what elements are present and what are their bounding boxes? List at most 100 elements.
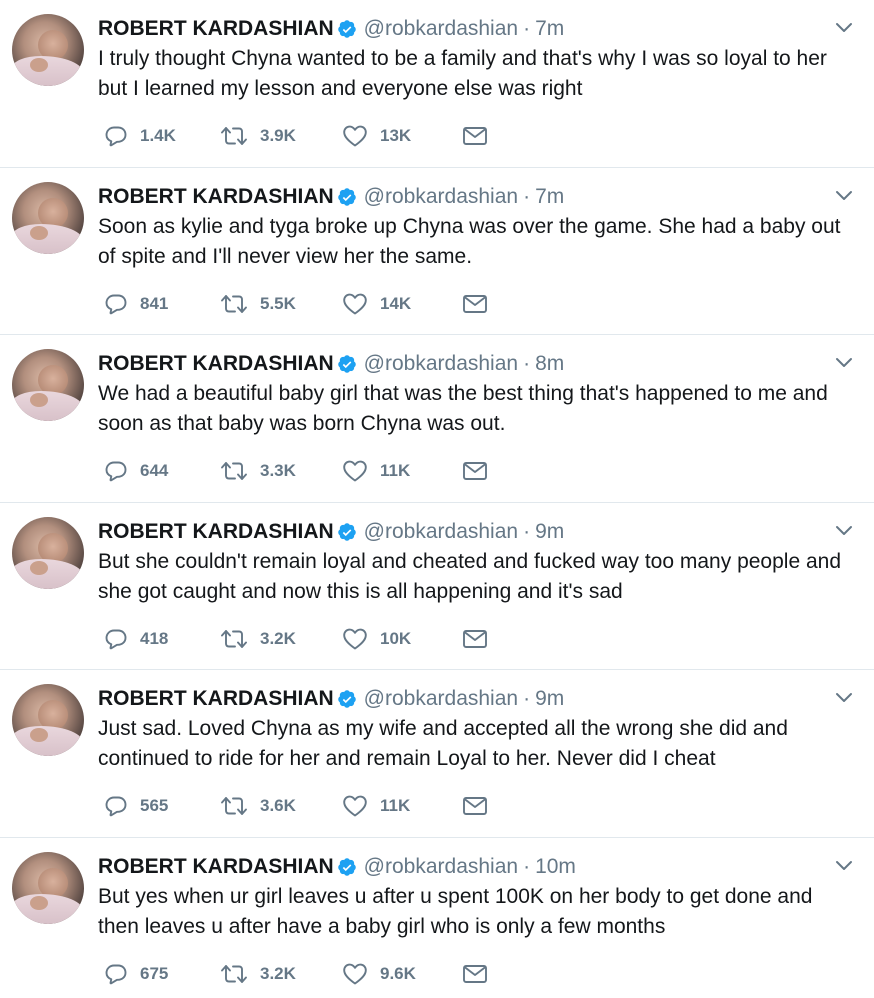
direct-message-button[interactable] bbox=[462, 290, 488, 318]
tweet-text: But yes when ur girl leaves u after u sp… bbox=[98, 884, 813, 938]
verified-badge-icon bbox=[337, 689, 357, 709]
retweet-button[interactable]: 3.9K bbox=[220, 122, 296, 150]
timestamp[interactable]: 9m bbox=[535, 520, 564, 544]
heart-icon bbox=[342, 459, 368, 483]
direct-message-button[interactable] bbox=[462, 122, 488, 150]
reply-count: 675 bbox=[140, 963, 169, 983]
avatar-blanket bbox=[12, 56, 84, 86]
avatar[interactable] bbox=[12, 14, 84, 86]
tweet[interactable]: ROBERT KARDASHIAN @robkardashian · 9m Ju… bbox=[0, 670, 874, 838]
separator-dot: · bbox=[523, 184, 531, 208]
timestamp[interactable]: 7m bbox=[535, 185, 564, 209]
author-handle[interactable]: @robkardashian bbox=[364, 687, 518, 711]
chevron-down-icon[interactable] bbox=[834, 18, 854, 38]
retweet-button[interactable]: 3.2K bbox=[220, 960, 296, 988]
author-handle[interactable]: @robkardashian bbox=[364, 352, 518, 376]
separator-dot: · bbox=[523, 17, 531, 40]
tweet-header: ROBERT KARDASHIAN @robkardashian · 9m bbox=[98, 517, 564, 547]
avatar[interactable] bbox=[12, 516, 84, 589]
like-count: 14K bbox=[380, 293, 412, 313]
retweet-icon bbox=[220, 459, 248, 483]
author-handle[interactable]: @robkardashian bbox=[364, 855, 518, 879]
author-handle[interactable]: @robkardashian bbox=[364, 520, 518, 544]
reply-count: 418 bbox=[140, 628, 169, 648]
retweet-button[interactable]: 3.6K bbox=[220, 792, 296, 820]
reply-button[interactable]: 841 bbox=[104, 290, 168, 318]
like-button[interactable]: 11K bbox=[342, 457, 410, 485]
author-name[interactable]: ROBERT KARDASHIAN bbox=[98, 520, 334, 544]
verified-badge-icon bbox=[337, 187, 357, 207]
avatar[interactable] bbox=[12, 349, 84, 421]
separator-dot: · bbox=[523, 519, 531, 543]
avatar-face bbox=[38, 867, 68, 898]
avatar-blanket bbox=[12, 223, 84, 254]
like-button[interactable]: 10K bbox=[342, 625, 411, 653]
retweet-icon bbox=[220, 292, 248, 316]
author-handle[interactable]: @robkardashian bbox=[364, 17, 518, 41]
timestamp[interactable]: 8m bbox=[535, 352, 564, 376]
retweet-count: 3.2K bbox=[260, 963, 296, 983]
avatar[interactable] bbox=[12, 684, 84, 756]
chevron-down-icon[interactable] bbox=[834, 186, 854, 206]
chevron-down-icon[interactable] bbox=[834, 688, 854, 708]
author-handle[interactable]: @robkardashian bbox=[364, 185, 518, 209]
author-name[interactable]: ROBERT KARDASHIAN bbox=[98, 687, 334, 711]
reply-icon bbox=[104, 459, 128, 483]
author-name[interactable]: ROBERT KARDASHIAN bbox=[98, 855, 334, 879]
chevron-down-icon[interactable] bbox=[834, 521, 854, 541]
timestamp[interactable]: 10m bbox=[535, 855, 576, 879]
author-name[interactable]: ROBERT KARDASHIAN bbox=[98, 352, 334, 376]
retweet-icon bbox=[220, 794, 248, 818]
avatar-hand bbox=[30, 225, 48, 240]
direct-message-button[interactable] bbox=[462, 625, 488, 653]
separator-dot: · bbox=[523, 352, 531, 375]
retweet-button[interactable]: 3.3K bbox=[220, 457, 296, 485]
envelope-icon bbox=[462, 962, 488, 986]
reply-icon bbox=[104, 962, 128, 986]
reply-count: 565 bbox=[140, 796, 169, 815]
author-name[interactable]: ROBERT KARDASHIAN bbox=[98, 185, 334, 209]
retweet-count: 3.3K bbox=[260, 461, 296, 480]
retweet-button[interactable]: 3.2K bbox=[220, 625, 296, 653]
avatar-hand bbox=[30, 393, 48, 407]
direct-message-button[interactable] bbox=[462, 457, 488, 485]
like-button[interactable]: 13K bbox=[342, 122, 411, 150]
reply-icon bbox=[104, 124, 128, 148]
like-button[interactable]: 14K bbox=[342, 290, 411, 318]
tweet[interactable]: ROBERT KARDASHIAN @robkardashian · 10m B… bbox=[0, 838, 874, 998]
tweet-text: We had a beautiful baby girl that was th… bbox=[98, 382, 828, 435]
tweet[interactable]: ROBERT KARDASHIAN @robkardashian · 7m I … bbox=[0, 0, 874, 168]
avatar-face bbox=[38, 197, 68, 228]
reply-button[interactable]: 1.4K bbox=[104, 122, 176, 150]
chevron-down-icon[interactable] bbox=[834, 856, 854, 876]
verified-badge-icon bbox=[337, 857, 357, 877]
direct-message-button[interactable] bbox=[462, 792, 488, 820]
timestamp[interactable]: 9m bbox=[535, 687, 564, 711]
tweet-actions: 565 3.6K 11K bbox=[104, 792, 504, 820]
author-name[interactable]: ROBERT KARDASHIAN bbox=[98, 17, 334, 41]
reply-button[interactable]: 675 bbox=[104, 960, 168, 988]
reply-icon bbox=[104, 794, 128, 818]
timestamp[interactable]: 7m bbox=[535, 17, 564, 41]
retweet-count: 5.5K bbox=[260, 293, 296, 313]
like-button[interactable]: 9.6K bbox=[342, 960, 416, 988]
like-button[interactable]: 11K bbox=[342, 792, 410, 820]
retweet-button[interactable]: 5.5K bbox=[220, 290, 296, 318]
avatar-blanket bbox=[12, 893, 84, 924]
reply-button[interactable]: 418 bbox=[104, 625, 168, 653]
heart-icon bbox=[342, 124, 368, 148]
avatar-hand bbox=[30, 895, 48, 910]
avatar-blanket bbox=[12, 391, 84, 421]
tweet[interactable]: ROBERT KARDASHIAN @robkardashian · 8m We… bbox=[0, 335, 874, 503]
reply-button[interactable]: 644 bbox=[104, 457, 168, 485]
avatar[interactable] bbox=[12, 851, 84, 924]
reply-button[interactable]: 565 bbox=[104, 792, 168, 820]
tweet-text: I truly thought Chyna wanted to be a fam… bbox=[98, 47, 827, 100]
tweet[interactable]: ROBERT KARDASHIAN @robkardashian · 7m So… bbox=[0, 168, 874, 335]
avatar[interactable] bbox=[12, 181, 84, 254]
tweet[interactable]: ROBERT KARDASHIAN @robkardashian · 9m Bu… bbox=[0, 503, 874, 670]
reply-count: 841 bbox=[140, 293, 169, 313]
chevron-down-icon[interactable] bbox=[834, 353, 854, 373]
envelope-icon bbox=[462, 794, 488, 818]
direct-message-button[interactable] bbox=[462, 960, 488, 988]
